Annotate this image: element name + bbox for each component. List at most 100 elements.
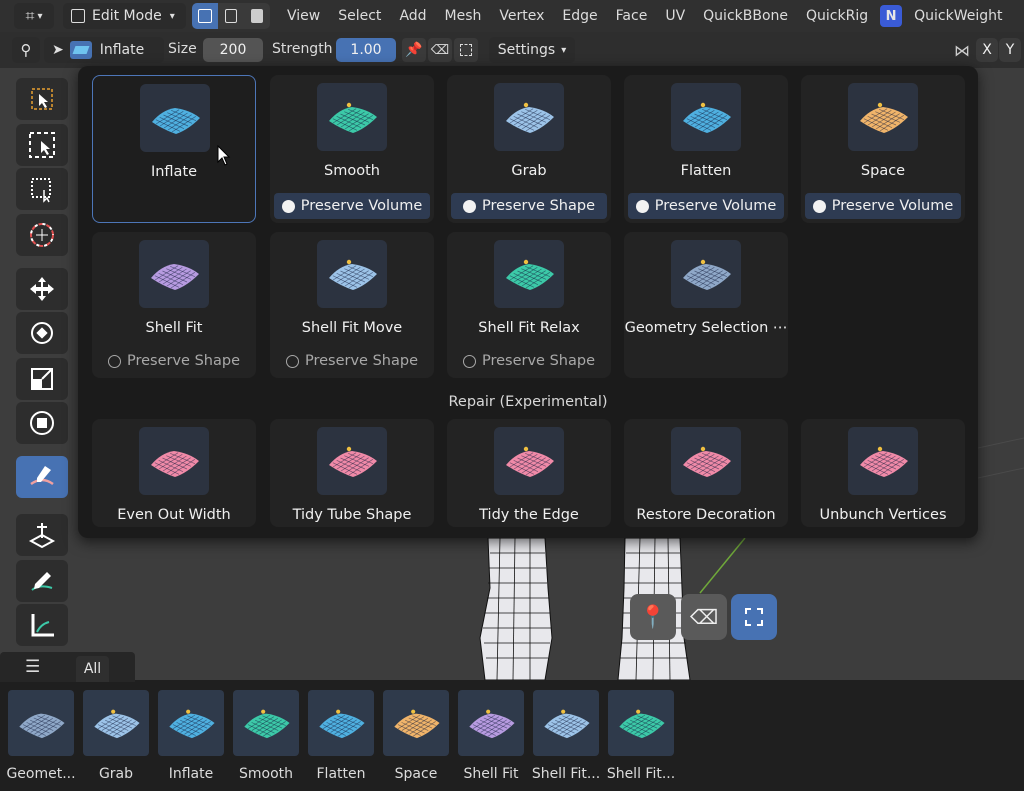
brush-option-toggle[interactable]: Preserve Volume <box>628 193 784 219</box>
brush-card-inflate[interactable]: Inflate <box>92 75 256 223</box>
mirror-button[interactable]: ⋈ <box>950 38 974 62</box>
menu-add[interactable]: Add <box>390 8 435 24</box>
menu-edge[interactable]: Edge <box>553 8 606 24</box>
brush-thumbnail-icon <box>494 83 564 151</box>
editor-header: ⌗ ▾ Edit Mode ▾ View Select Add Mesh Ver… <box>0 0 1024 32</box>
menu-view[interactable]: View <box>278 8 329 24</box>
brush-thumbnail-icon <box>848 427 918 495</box>
brush-card-unbunch-vertices[interactable]: Unbunch Vertices <box>801 419 965 527</box>
brush-card-shell-fit-relax[interactable]: Shell Fit Relax Preserve Shape <box>447 232 611 378</box>
brush-option-label: Preserve Volume <box>300 198 423 214</box>
mode-dropdown[interactable]: Edit Mode ▾ <box>63 3 186 29</box>
edit-mode-icon <box>71 9 85 23</box>
move-tool[interactable] <box>16 268 68 310</box>
brush-card-flatten[interactable]: Flatten Preserve Volume <box>624 75 788 223</box>
brush-card-label: Shell Fit Relax <box>478 320 580 336</box>
settings-dropdown[interactable]: Settings ▾ <box>489 37 575 63</box>
axis-x-toggle[interactable]: X <box>976 38 998 62</box>
face-select-button[interactable] <box>244 3 270 29</box>
axis-y-toggle[interactable]: Y <box>999 38 1021 62</box>
menu-quickrig[interactable]: QuickRig <box>797 8 877 24</box>
hamburger-icon[interactable]: ☰ <box>25 657 40 677</box>
shelf-brush-item[interactable]: Space <box>381 690 451 782</box>
extrude-tool[interactable] <box>16 514 68 556</box>
inflate-tool-icon <box>69 41 92 59</box>
brush-option-toggle[interactable]: Preserve Volume <box>805 193 961 219</box>
transform-pivot-button[interactable]: ⚲ <box>12 37 40 63</box>
selection-toggle[interactable] <box>454 38 478 62</box>
menu-quickweight[interactable]: QuickWeight <box>905 8 1011 24</box>
shelf-brush-item[interactable]: Grab <box>81 690 151 782</box>
brush-card-smooth[interactable]: Smooth Preserve Volume <box>270 75 434 223</box>
selection-icon <box>745 608 763 626</box>
radio-on-icon <box>281 199 295 213</box>
mesh-patch-icon <box>394 709 440 739</box>
select-box-tool[interactable] <box>16 124 68 166</box>
brush-card-geometry-selection[interactable]: Geometry Selection ⋯ <box>624 232 788 378</box>
transform-tool[interactable] <box>16 402 68 444</box>
menu-uv[interactable]: UV <box>656 8 694 24</box>
transform-icon <box>30 411 54 435</box>
brush-option-toggle[interactable]: Preserve Shape <box>274 348 430 374</box>
mesh-patch-icon <box>329 446 377 477</box>
brush-thumbnail-icon <box>317 83 387 151</box>
select-tool[interactable] <box>16 78 68 120</box>
shelf-brush-thumbnail-icon <box>383 690 449 756</box>
addon-badge[interactable]: N <box>880 5 903 27</box>
brush-card-grab[interactable]: Grab Preserve Shape <box>447 75 611 223</box>
edge-select-button[interactable] <box>218 3 244 29</box>
selection-gizmo-button[interactable] <box>731 594 777 640</box>
brush-card-tidy-tube-shape[interactable]: Tidy Tube Shape <box>270 419 434 527</box>
brush-option-label: Preserve Shape <box>304 353 418 369</box>
annotate-tool[interactable] <box>16 560 68 602</box>
menu-quickbbone[interactable]: QuickBBone <box>694 8 797 24</box>
brush-option-toggle[interactable]: Preserve Shape <box>96 348 252 374</box>
strength-field[interactable]: 1.00 <box>336 38 396 62</box>
menu-face[interactable]: Face <box>607 8 657 24</box>
menu-select[interactable]: Select <box>329 8 390 24</box>
brush-card-restore-decoration[interactable]: Restore Decoration <box>624 419 788 527</box>
pin-toggle[interactable]: 📌 <box>402 38 426 62</box>
vertex-select-button[interactable] <box>192 3 218 29</box>
measure-tool[interactable] <box>16 604 68 646</box>
shelf-brush-thumbnail-icon <box>233 690 299 756</box>
brush-card-label: Shell Fit Move <box>301 320 403 336</box>
cursor-tool[interactable] <box>16 214 68 256</box>
size-field[interactable]: 200 <box>203 38 263 62</box>
brush-card-shell-fit[interactable]: Shell Fit Preserve Shape <box>92 232 256 378</box>
clean-toggle[interactable]: ⌫ <box>428 38 452 62</box>
brush-option-toggle[interactable]: Preserve Shape <box>451 348 607 374</box>
select-lasso-tool[interactable] <box>16 168 68 210</box>
shelf-brush-item[interactable]: Shell Fit <box>456 690 526 782</box>
mode-label: Edit Mode <box>92 8 162 24</box>
editor-type-button[interactable]: ⌗ ▾ <box>14 3 54 29</box>
scale-tool[interactable] <box>16 358 68 400</box>
shelf-brush-item[interactable]: Inflate <box>156 690 226 782</box>
brush-option-toggle[interactable]: Preserve Volume <box>274 193 430 219</box>
clean-gizmo-button[interactable]: ⌫ <box>681 594 727 640</box>
menu-mesh[interactable]: Mesh <box>436 8 491 24</box>
brush-card-space[interactable]: Space Preserve Volume <box>801 75 965 223</box>
mesh-patch-icon <box>506 259 554 290</box>
pencil-icon <box>31 572 53 591</box>
brush-card-tidy-the-edge[interactable]: Tidy the Edge <box>447 419 611 527</box>
shelf-brush-item[interactable]: Flatten <box>306 690 376 782</box>
brush-option-toggle[interactable]: Preserve Shape <box>451 193 607 219</box>
shelf-brush-item[interactable]: Shell Fit... <box>606 690 676 782</box>
active-tool-button[interactable]: ➤ Inflate <box>44 37 164 63</box>
brush-card-label: Tidy Tube Shape <box>292 507 412 523</box>
menu-bar: View Select Add Mesh Vertex Edge Face UV… <box>278 0 1011 32</box>
tab-all[interactable]: All <box>76 656 109 682</box>
menu-vertex[interactable]: Vertex <box>490 8 553 24</box>
shelf-brush-item[interactable]: Geomet... <box>6 690 76 782</box>
pin-gizmo-button[interactable]: 📍 <box>630 594 676 640</box>
sculpt-brush-tool[interactable] <box>16 456 68 498</box>
brush-card-even-out-width[interactable]: Even Out Width <box>92 419 256 527</box>
shelf-brush-item[interactable]: Shell Fit... <box>531 690 601 782</box>
brush-card-shell-fit-move[interactable]: Shell Fit Move Preserve Shape <box>270 232 434 378</box>
left-toolbar <box>10 72 72 652</box>
rotate-tool[interactable] <box>16 312 68 354</box>
settings-label: Settings <box>497 42 556 58</box>
brush-card-label: Grab <box>511 163 547 179</box>
shelf-brush-item[interactable]: Smooth <box>231 690 301 782</box>
